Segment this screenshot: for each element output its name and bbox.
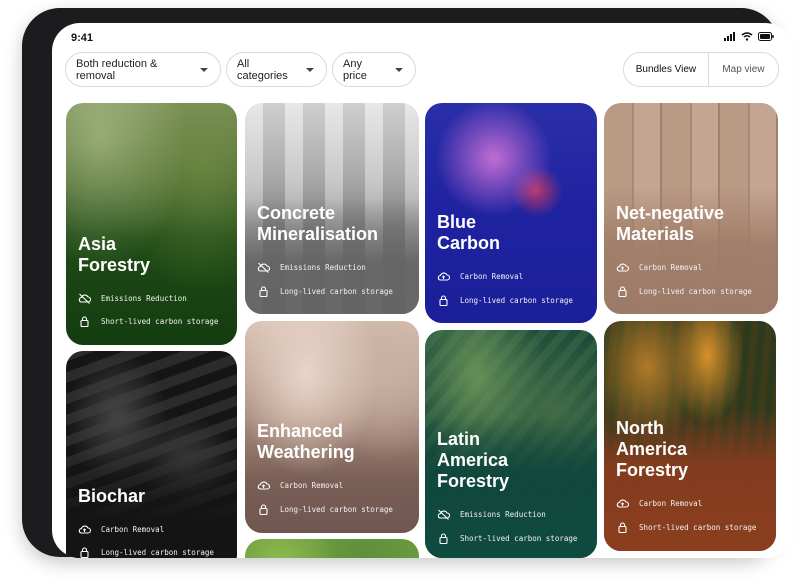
cloud-upload-icon [257,481,270,490]
map-view-button[interactable]: Map view [708,53,778,86]
cloud-off-icon [437,509,450,520]
tag-carbon-removal: Carbon Removal [437,271,523,282]
cloud-upload-icon [437,272,450,281]
tag-long-lived-storage: Long-lived carbon storage [437,295,573,306]
filter-type-dropdown[interactable]: Both reduction & removal [65,52,221,87]
card-biochar[interactable]: Biochar Carbon Removal Long-lived carbon… [66,351,237,558]
chevron-down-icon [395,67,403,72]
card-title: Net-negative Materials [616,203,725,244]
filter-category-dropdown[interactable]: All categories [226,52,327,87]
card-latin-america-forestry[interactable]: Latin America Forestry Emissions Reducti… [425,330,597,558]
cloud-off-icon [257,262,270,273]
cloud-upload-icon [78,525,91,534]
card-title: North America Forestry [616,418,689,480]
card-net-negative-materials[interactable]: Net-negative Materials Carbon Removal Lo… [604,103,778,314]
tag-long-lived-storage: Long-lived carbon storage [616,286,752,297]
card-concrete-mineralisation[interactable]: Concrete Mineralisation Emissions Reduct… [245,103,419,314]
tag-short-lived-storage: Short-lived carbon storage [78,316,218,327]
tag-long-lived-storage: Long-lived carbon storage [78,547,214,558]
screen: 9:41 Both reduction & removal All catego… [52,23,793,558]
lock-icon [259,504,268,515]
tag-carbon-removal: Carbon Removal [616,262,702,273]
card-title: Asia Forestry [78,234,151,275]
tag-short-lived-storage: Short-lived carbon storage [616,522,756,533]
tag-emissions-reduction: Emissions Reduction [437,509,546,520]
filter-price-label: Any price [343,57,367,82]
tag-carbon-removal: Carbon Removal [616,498,702,509]
tag-long-lived-storage: Long-lived carbon storage [257,286,393,297]
chevron-down-icon [200,67,208,72]
card-title: Latin America Forestry [437,429,510,491]
lock-icon [439,295,448,306]
view-toggle: Bundles View Map view [623,52,779,87]
tag-short-lived-storage: Short-lived carbon storage [437,533,577,544]
card-partial-green[interactable] [245,539,419,558]
signal-icon [724,32,735,41]
status-time: 9:41 [71,32,94,44]
card-title: Biochar [78,486,146,506]
chevron-down-icon [306,67,314,72]
tag-carbon-removal: Carbon Removal [257,480,343,491]
cloud-off-icon [78,293,91,304]
status-bar: 9:41 [52,23,793,53]
card-title: Enhanced Weathering [257,421,355,462]
tag-emissions-reduction: Emissions Reduction [257,262,366,273]
wifi-icon [741,32,753,41]
card-title: Blue Carbon [437,212,500,253]
filter-price-dropdown[interactable]: Any price [332,52,416,87]
lock-icon [80,316,89,327]
lock-icon [80,547,89,558]
cloud-upload-icon [616,499,629,508]
card-enhanced-weathering[interactable]: Enhanced Weathering Carbon Removal Long-… [245,321,419,533]
tablet-frame: 9:41 Both reduction & removal All catego… [22,8,793,558]
lock-icon [439,533,448,544]
battery-icon [758,32,774,41]
tag-emissions-reduction: Emissions Reduction [78,293,187,304]
lock-icon [259,286,268,297]
filter-type-label: Both reduction & removal [76,57,158,82]
card-asia-forestry[interactable]: Asia Forestry Emissions Reduction Short-… [66,103,237,345]
card-north-america-forestry[interactable]: North America Forestry Carbon Removal Sh… [604,321,776,551]
bundles-view-button[interactable]: Bundles View [624,53,709,86]
card-blue-carbon[interactable]: Blue Carbon Carbon Removal Long-lived ca… [425,103,597,323]
lock-icon [618,522,627,533]
tag-long-lived-storage: Long-lived carbon storage [257,504,393,515]
lock-icon [618,286,627,297]
cloud-upload-icon [616,263,629,272]
filter-category-label: All categories [237,57,288,82]
filter-bar: Both reduction & removal All categories … [65,52,416,87]
tag-carbon-removal: Carbon Removal [78,524,164,535]
card-title: Concrete Mineralisation [257,203,379,244]
